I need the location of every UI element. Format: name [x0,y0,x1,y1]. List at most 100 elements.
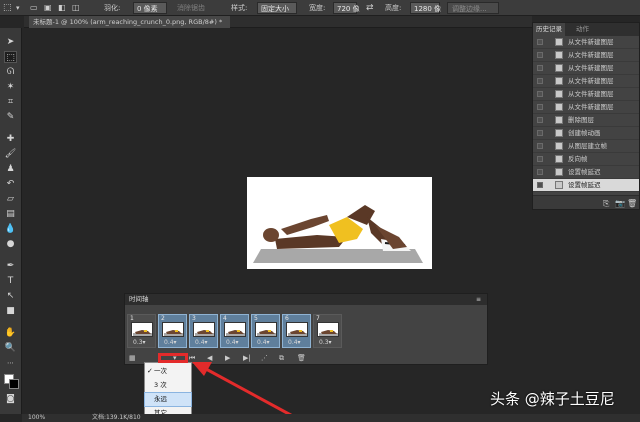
document-canvas[interactable] [247,177,432,269]
zoom-level[interactable]: 100% [28,414,45,422]
move-tool-icon[interactable]: ➤ [4,36,17,48]
history-snapshot-checkbox[interactable] [537,78,543,84]
history-item[interactable]: 从文件新建图层 [533,36,639,49]
path-selection-tool-icon[interactable]: ↖ [4,290,17,302]
tab-history[interactable]: 历史记录 [533,23,565,36]
dodge-tool-icon[interactable]: ● [4,238,17,250]
clone-stamp-tool-icon[interactable]: ♟ [4,163,17,175]
swap-dimensions-icon[interactable]: ⇄ [366,2,374,14]
feather-input[interactable]: 0 像素 [133,2,167,14]
rectangle-tool-icon[interactable]: ■ [4,305,17,317]
frame-delay[interactable]: 0.4▾ [226,339,239,346]
new-selection-icon[interactable]: ▭ [30,2,38,14]
loop-option[interactable]: 3 次 [145,379,191,392]
animation-frame[interactable]: 6 0.4▾ [282,314,311,348]
history-snapshot-checkbox[interactable] [537,117,543,123]
style-select[interactable]: 固定大小 [257,2,297,14]
frame-delay[interactable]: 0.4▾ [288,339,301,346]
frame-delay[interactable]: 0.3▾ [319,339,332,346]
gradient-tool-icon[interactable]: ▤ [4,208,17,220]
loop-option[interactable]: 永远 [144,392,192,407]
width-input[interactable]: 720 像 [333,2,360,14]
history-item-label: 从文件新建图层 [568,77,614,85]
history-list: 从文件新建图层 从文件新建图层 从文件新建图层 从文件新建图层 从文件新建图层 从文件新建… [533,36,639,192]
document-tab[interactable]: 未标题-1 @ 100% (arm_reaching_crunch_0.png,… [29,16,231,28]
convert-to-timeline-icon[interactable]: ▦ [129,354,136,362]
loop-option[interactable]: ✓ 一次 [145,365,191,378]
magic-wand-tool-icon[interactable]: ✶ [4,81,17,93]
frame-delay[interactable]: 0.4▾ [257,339,270,346]
history-item[interactable]: 创建帧动画 [533,127,639,140]
history-item[interactable]: 从文件新建图层 [533,88,639,101]
frame-thumbnail [193,322,215,337]
history-item[interactable]: 从文件新建图层 [533,62,639,75]
zoom-tool-icon[interactable]: 🔍 [4,342,17,354]
history-snapshot-checkbox[interactable] [537,130,543,136]
history-item-label: 从文件新建图层 [568,103,614,111]
brush-tool-icon[interactable]: 🖌 [4,148,17,160]
history-snapshot-checkbox[interactable] [537,143,543,149]
frame-delay[interactable]: 0.3▾ [133,339,146,346]
pen-tool-icon[interactable]: ✒ [4,260,17,272]
refine-edge-button[interactable]: 调整边缘... [447,2,499,14]
tool-preset-dropdown-icon[interactable]: ▾ [16,2,20,14]
history-snapshot-checkbox[interactable] [537,52,543,58]
new-document-from-state-icon[interactable]: ⎘ [603,199,609,209]
history-snapshot-checkbox[interactable] [537,65,543,71]
hand-tool-icon[interactable]: ✋ [4,327,17,339]
history-item[interactable]: 设置帧延迟 [533,166,639,179]
next-frame-icon[interactable]: ▶| [243,354,251,362]
antialias-checkbox[interactable]: 消除锯齿 [177,2,205,14]
history-state-icon [555,168,563,176]
marquee-tool-icon[interactable]: ⬚ [3,2,12,14]
snapshot-camera-icon[interactable]: 📷 [615,199,625,208]
animation-frame[interactable]: 4 0.4▾ [220,314,249,348]
animation-frame[interactable]: 3 0.4▾ [189,314,218,348]
play-icon[interactable]: ▶ [225,354,230,362]
quick-mask-icon[interactable]: ◙ [4,393,17,405]
animation-frame[interactable]: 2 0.4▾ [158,314,187,348]
eyedropper-tool-icon[interactable]: ✎ [4,111,17,123]
history-item[interactable]: 从图层建立帧 [533,140,639,153]
eraser-tool-icon[interactable]: ▱ [4,193,17,205]
history-snapshot-checkbox[interactable] [537,104,543,110]
history-item[interactable]: 从文件新建图层 [533,101,639,114]
history-item[interactable]: 反向帧 [533,153,639,166]
add-selection-icon[interactable]: ▣ [44,2,52,14]
history-snapshot-checkbox[interactable] [537,39,543,45]
delete-frame-icon[interactable]: 🗑 [297,354,306,362]
healing-brush-tool-icon[interactable]: ✚ [4,133,17,145]
history-snapshot-checkbox[interactable] [537,91,543,97]
history-snapshot-checkbox[interactable] [537,156,543,162]
tween-icon[interactable]: ⋰ [261,354,268,362]
frame-delay[interactable]: 0.4▾ [195,339,208,346]
lasso-tool-icon[interactable]: ᘏ [4,66,17,78]
frame-delay[interactable]: 0.4▾ [164,339,177,346]
blur-tool-icon[interactable]: 💧 [4,223,17,235]
extra-tools-icon[interactable]: ⋯ [4,357,17,369]
history-snapshot-checkbox[interactable] [537,182,543,188]
history-brush-tool-icon[interactable]: ↶ [4,178,17,190]
animation-frame[interactable]: 5 0.4▾ [251,314,280,348]
background-color-swatch[interactable] [9,379,19,389]
tab-actions[interactable]: 动作 [573,23,592,36]
height-input[interactable]: 1280 像 [410,2,441,14]
subtract-selection-icon[interactable]: ◧ [58,2,66,14]
animation-frame[interactable]: 1 0.3▾ [127,314,156,348]
feather-label: 羽化: [104,4,121,12]
history-item[interactable]: 删除图层 [533,114,639,127]
delete-state-icon[interactable]: 🗑 [627,199,637,208]
style-label: 样式: [231,4,248,12]
type-tool-icon[interactable]: T [4,275,17,287]
crop-tool-icon[interactable]: ⌗ [4,96,17,108]
previous-frame-icon[interactable]: ◀ [207,354,212,362]
history-item[interactable]: 从文件新建图层 [533,75,639,88]
history-snapshot-checkbox[interactable] [537,169,543,175]
duplicate-frame-icon[interactable]: ⧉ [279,354,284,363]
history-item[interactable]: 设置帧延迟 [533,179,639,192]
rectangular-marquee-tool-icon[interactable]: ⬚ [4,51,17,63]
intersect-selection-icon[interactable]: ◫ [72,2,80,14]
panel-menu-icon[interactable]: ≡ [476,294,481,305]
history-item[interactable]: 从文件新建图层 [533,49,639,62]
animation-frame[interactable]: 7 0.3▾ [313,314,342,348]
